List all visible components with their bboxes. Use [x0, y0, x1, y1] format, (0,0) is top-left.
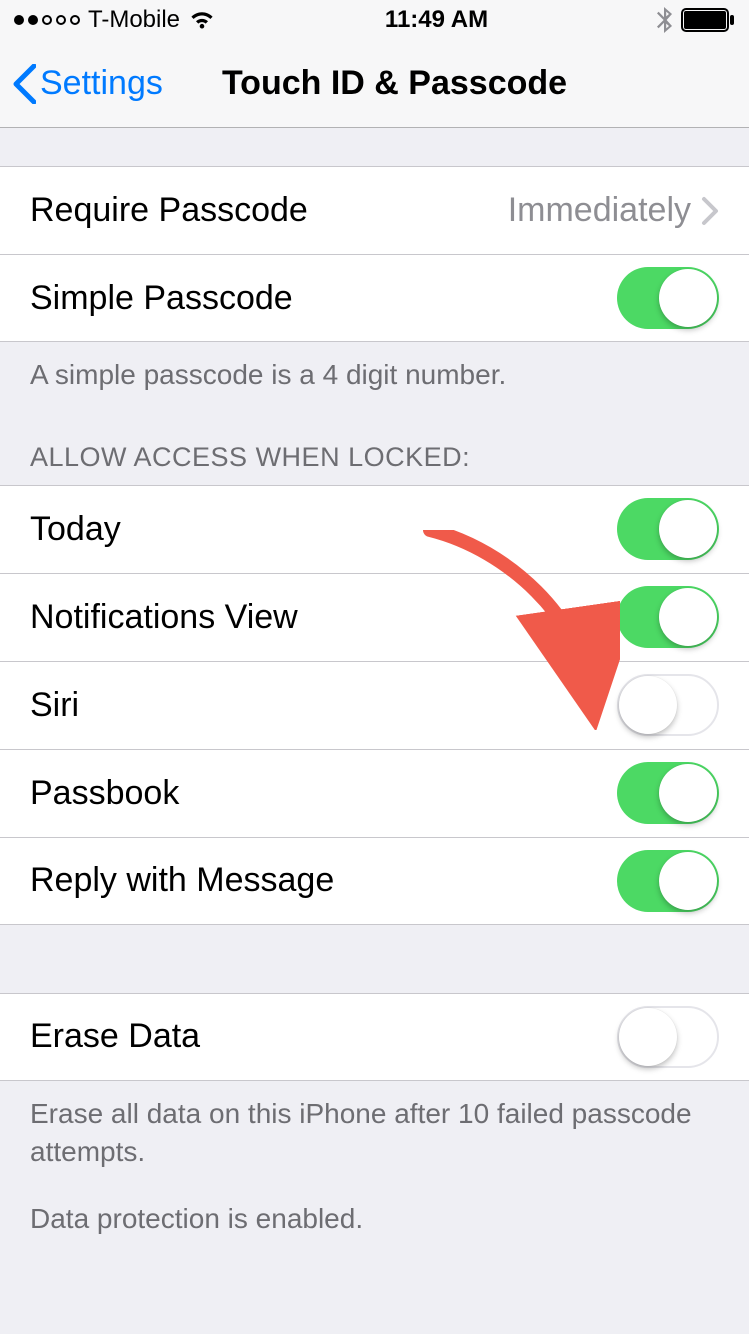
- carrier-label: T-Mobile: [88, 6, 180, 34]
- back-button[interactable]: Settings: [12, 64, 163, 104]
- bluetooth-icon: [657, 7, 673, 33]
- notifications-view-toggle[interactable]: [617, 586, 719, 648]
- erase-data-label: Erase Data: [30, 1017, 617, 1056]
- require-passcode-row[interactable]: Require Passcode Immediately: [0, 166, 749, 254]
- chevron-left-icon: [12, 64, 36, 104]
- spacer: [0, 128, 749, 166]
- allow-access-header: ALLOW ACCESS WHEN LOCKED:: [0, 404, 749, 485]
- passbook-row: Passbook: [0, 749, 749, 837]
- passbook-label: Passbook: [30, 774, 617, 813]
- today-label: Today: [30, 510, 617, 549]
- require-passcode-label: Require Passcode: [30, 191, 508, 230]
- simple-passcode-label: Simple Passcode: [30, 279, 617, 318]
- battery-icon: [681, 8, 735, 32]
- passbook-toggle[interactable]: [617, 762, 719, 824]
- simple-passcode-footer: A simple passcode is a 4 digit number.: [0, 342, 749, 404]
- siri-row: Siri: [0, 661, 749, 749]
- status-right: [657, 7, 735, 33]
- erase-data-toggle[interactable]: [617, 1006, 719, 1068]
- simple-passcode-toggle[interactable]: [617, 267, 719, 329]
- notifications-view-label: Notifications View: [30, 598, 617, 637]
- nav-bar: Settings Touch ID & Passcode: [0, 40, 749, 128]
- chevron-right-icon: [701, 196, 719, 226]
- notifications-view-row: Notifications View: [0, 573, 749, 661]
- spacer: [0, 925, 749, 993]
- require-passcode-value: Immediately: [508, 191, 691, 230]
- siri-label: Siri: [30, 686, 617, 725]
- status-bar: T-Mobile 11:49 AM: [0, 0, 749, 40]
- back-label: Settings: [40, 64, 163, 103]
- reply-with-message-row: Reply with Message: [0, 837, 749, 925]
- status-left: T-Mobile: [14, 6, 216, 34]
- erase-data-footer-2: Data protection is enabled.: [0, 1180, 749, 1248]
- clock: 11:49 AM: [385, 6, 488, 34]
- simple-passcode-row: Simple Passcode: [0, 254, 749, 342]
- wifi-icon: [188, 9, 216, 31]
- today-toggle[interactable]: [617, 498, 719, 560]
- reply-with-message-label: Reply with Message: [30, 861, 617, 900]
- signal-strength-icon: [14, 15, 80, 25]
- reply-with-message-toggle[interactable]: [617, 850, 719, 912]
- erase-data-footer-1: Erase all data on this iPhone after 10 f…: [0, 1081, 749, 1181]
- erase-data-row: Erase Data: [0, 993, 749, 1081]
- siri-toggle[interactable]: [617, 674, 719, 736]
- today-row: Today: [0, 485, 749, 573]
